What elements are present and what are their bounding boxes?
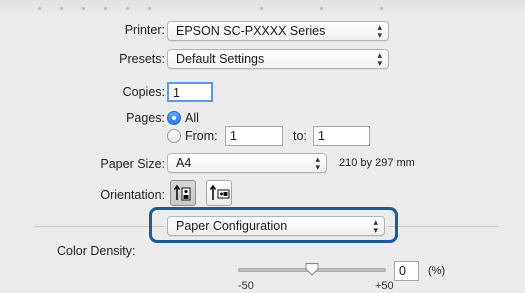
paper-size-popup[interactable]: A4 ▴ ▾ xyxy=(167,153,327,173)
slider-min-label: -50 xyxy=(238,280,254,292)
pages-from-radio[interactable] xyxy=(167,129,181,143)
popup-arrows-icon: ▴ ▾ xyxy=(377,50,382,68)
printer-label: Printer: xyxy=(124,23,165,37)
color-density-slider-knob[interactable] xyxy=(305,262,319,276)
color-density-unit: (%) xyxy=(428,265,446,277)
section-divider-left xyxy=(34,226,164,227)
orientation-label: Orientation: xyxy=(100,188,165,202)
color-density-field[interactable]: 0 xyxy=(394,261,419,281)
pages-from-label: From: xyxy=(185,129,218,143)
paper-size-label: Paper Size: xyxy=(100,157,165,171)
pages-to-label: to: xyxy=(293,129,307,143)
portrait-icon xyxy=(173,184,191,201)
popup-arrows-icon: ▴ ▾ xyxy=(377,22,382,40)
pages-label: Pages: xyxy=(126,111,165,125)
pages-all-radio[interactable] xyxy=(167,111,181,125)
section-divider-right xyxy=(388,226,498,227)
orientation-portrait-button[interactable] xyxy=(170,180,196,206)
presets-popup[interactable]: Default Settings ▴ ▾ xyxy=(167,49,389,69)
pages-to-field[interactable]: 1 xyxy=(313,126,370,146)
paper-size-dimensions: 210 by 297 mm xyxy=(339,157,415,169)
landscape-icon xyxy=(209,184,230,200)
presets-value: Default Settings xyxy=(176,52,265,66)
color-density-label: Color Density: xyxy=(57,244,136,258)
printer-popup[interactable]: EPSON SC-PXXXX Series ▴ ▾ xyxy=(167,21,389,41)
copies-label: Copies: xyxy=(122,85,165,99)
slider-max-label: +50 xyxy=(375,280,394,292)
pages-from-field[interactable]: 1 xyxy=(225,126,283,146)
printer-value: EPSON SC-PXXXX Series xyxy=(176,24,326,38)
highlight-frame xyxy=(149,207,398,243)
paper-size-value: A4 xyxy=(176,156,192,170)
pages-all-label: All xyxy=(185,111,199,125)
orientation-landscape-button[interactable] xyxy=(206,180,232,206)
top-ruler xyxy=(0,0,525,16)
presets-label: Presets: xyxy=(119,52,165,66)
copies-field[interactable]: 1 xyxy=(167,82,213,102)
popup-arrows-icon: ▴ ▾ xyxy=(315,154,320,172)
